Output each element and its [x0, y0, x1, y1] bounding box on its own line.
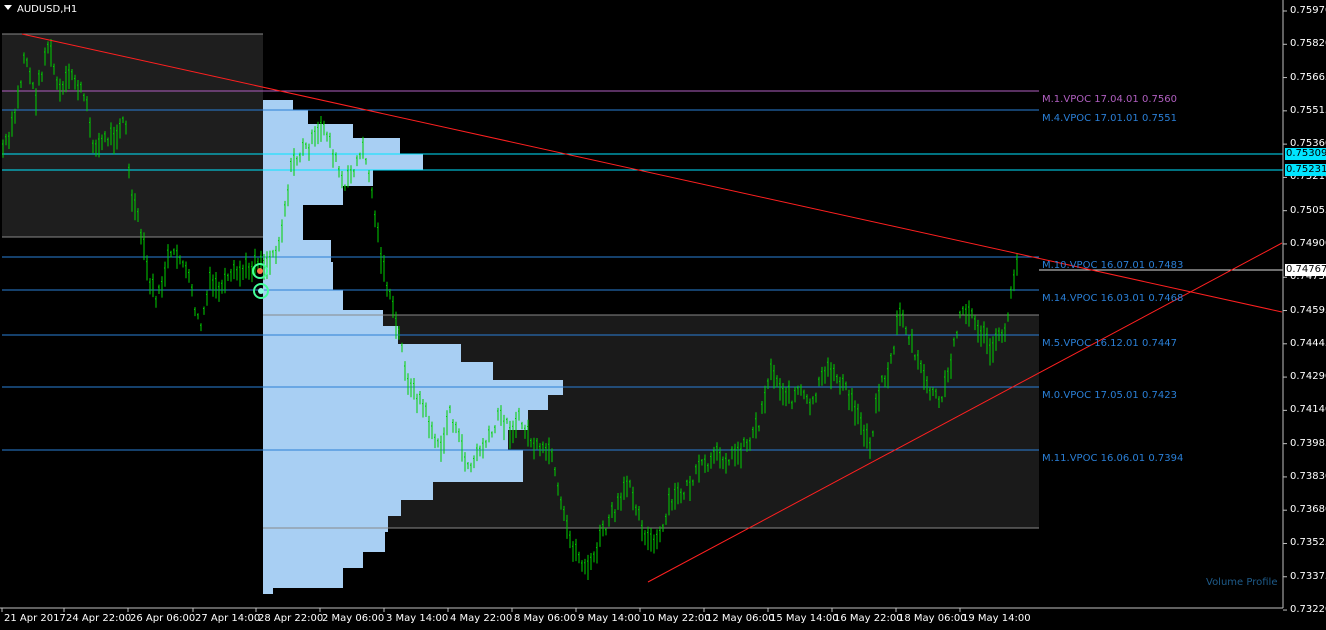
time-tick-label: 21 Apr 2017: [4, 613, 66, 624]
time-tick-label: 2 May 06:00: [322, 613, 385, 624]
vpoc-label: M.4.VPOC 17.01.01 0.7551: [1042, 113, 1177, 124]
vpoc-label: M.10.VPOC 16.07.01 0.7483: [1042, 260, 1184, 271]
price-tick-label: 0.73375: [1290, 570, 1326, 582]
price-tick-label: 0.74445: [1290, 337, 1326, 349]
price-tick-label: 0.73220: [1290, 604, 1326, 616]
vpoc-label: M.14.VPOC 16.03.01 0.7468: [1042, 293, 1184, 304]
time-tick-label: 10 May 22:00: [642, 613, 711, 624]
price-tick-label: 0.75055: [1290, 204, 1326, 216]
profile-bar: [263, 154, 423, 170]
price-tick-label: 0.73680: [1290, 504, 1326, 516]
profile-bar: [263, 124, 353, 138]
profile-bar: [263, 482, 433, 500]
current-price-tag: 0.75309: [1285, 148, 1326, 160]
profile-bar: [263, 170, 373, 186]
profile-bar: [263, 430, 508, 450]
price-tick-label: 0.74900: [1290, 237, 1326, 249]
price-tick-label: 0.73525: [1290, 537, 1326, 549]
current-price-tag: 0.74767: [1285, 264, 1326, 276]
profile-bar: [263, 588, 273, 594]
profile-bar: [263, 344, 461, 362]
profile-bar: [263, 310, 383, 326]
price-tick-label: 0.75820: [1290, 38, 1326, 50]
time-tick-label: 19 May 14:00: [962, 613, 1031, 624]
profile-bar: [263, 552, 363, 568]
current-price-tag: 0.75231: [1285, 164, 1326, 176]
vpoc-label: M.1.VPOC 17.04.01 0.7560: [1042, 94, 1177, 105]
profile-bar: [263, 262, 333, 290]
time-tick-label: 18 May 06:00: [898, 613, 967, 624]
vpoc-label: M.5.VPOC 16.12.01 0.7447: [1042, 338, 1177, 349]
profile-bar: [263, 532, 385, 552]
price-tick-label: 0.74595: [1290, 304, 1326, 316]
price-tick-label: 0.75515: [1290, 104, 1326, 116]
time-tick-label: 9 May 14:00: [578, 613, 641, 624]
profile-bar: [263, 568, 343, 588]
time-tick-label: 8 May 06:00: [514, 613, 577, 624]
vpoc-label: M.0.VPOC 17.05.01 0.7423: [1042, 390, 1177, 401]
profile-bar: [263, 450, 523, 482]
profile-bar: [263, 186, 343, 205]
profile-bar: [263, 395, 548, 410]
price-tick-label: 0.75665: [1290, 71, 1326, 83]
price-tick-label: 0.73830: [1290, 470, 1326, 482]
time-tick-label: 26 Apr 06:00: [130, 613, 196, 624]
profile-bar: [263, 100, 293, 110]
profile-bar: [263, 290, 343, 310]
profile-bar: [263, 410, 528, 430]
price-tick-label: 0.74290: [1290, 371, 1326, 383]
vpoc-label: M.11.VPOC 16.06.01 0.7394: [1042, 453, 1184, 464]
time-tick-label: 4 May 22:00: [450, 613, 513, 624]
symbol-title[interactable]: AUDUSD,H1: [4, 4, 77, 16]
time-tick-label: 15 May 14:00: [770, 613, 839, 624]
profile-bar: [263, 110, 308, 124]
profile-bar: [263, 138, 400, 154]
profile-bar: [263, 516, 388, 532]
time-tick-label: 24 Apr 22:00: [66, 613, 132, 624]
time-tick-label: 27 Apr 14:00: [195, 613, 261, 624]
profile-bar: [263, 362, 493, 380]
time-tick-label: 12 May 06:00: [706, 613, 775, 624]
dropdown-icon[interactable]: [4, 5, 12, 10]
indicator-name: Volume Profile: [1206, 577, 1278, 588]
time-tick-label: 3 May 14:00: [386, 613, 449, 624]
price-tick-label: 0.75970: [1290, 5, 1326, 16]
profile-bar: [263, 500, 401, 516]
time-tick-label: 16 May 22:00: [834, 613, 903, 624]
profile-bar: [263, 205, 303, 240]
price-tick-label: 0.74140: [1290, 404, 1326, 416]
price-tick-label: 0.73985: [1290, 437, 1326, 449]
time-tick-label: 28 Apr 22:00: [258, 613, 324, 624]
